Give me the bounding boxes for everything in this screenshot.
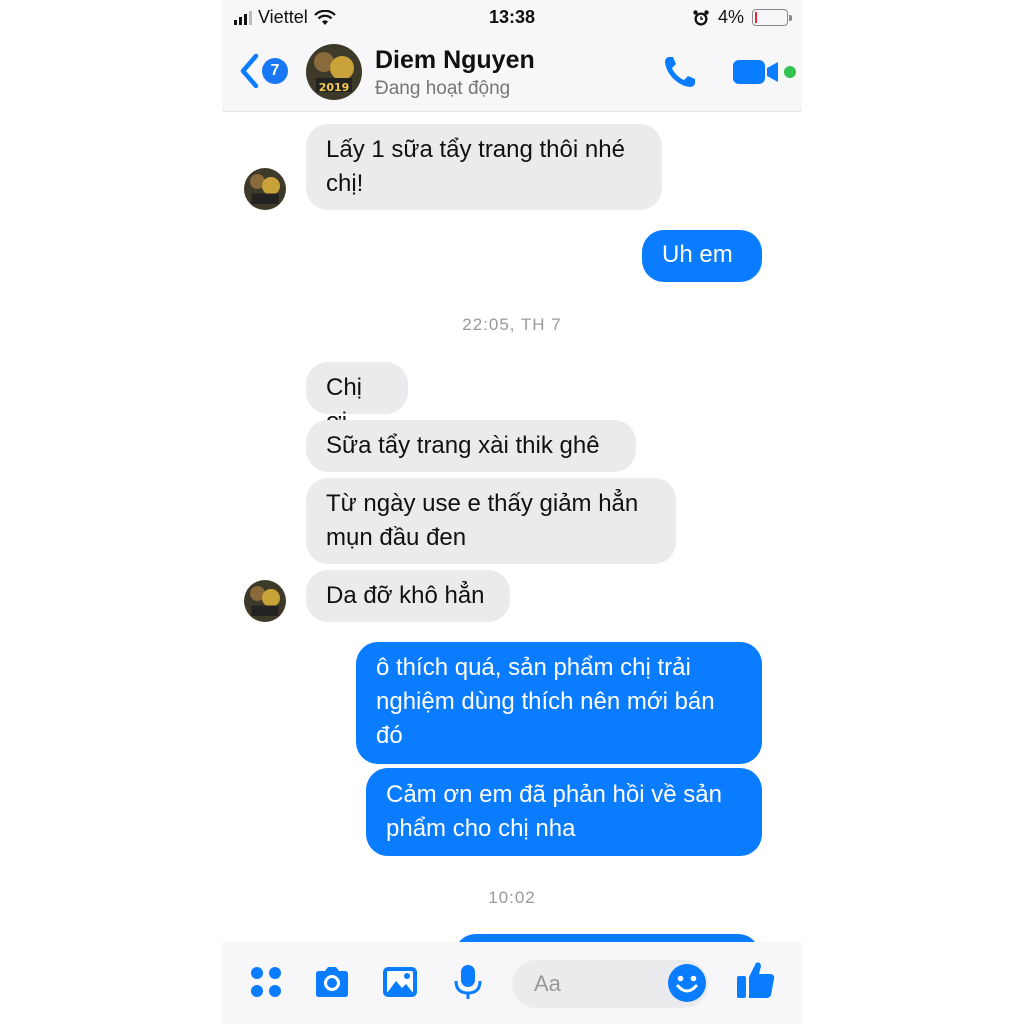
message-line: Uh em [662, 241, 733, 268]
avatar-image: 2019 [306, 44, 362, 100]
message-line: Từ ngày use e thấy giảm hẳn [326, 490, 639, 517]
battery-fill [755, 12, 757, 23]
status-bar: Viettel 13:38 4% [222, 0, 802, 34]
battery-percent: 4% [717, 7, 744, 27]
messenger-screen: Viettel 13:38 4% 7 2019 Diem Nguyen Đang… [222, 0, 802, 1024]
message-line: Lấy 1 sữa tẩy trang thôi nhé [326, 136, 625, 163]
timestamp: 22:05, TH 7 [462, 315, 562, 334]
message-bubble-outgoing[interactable]: Cảm ơn em đã phản hồi về sản phẩm cho ch… [366, 768, 762, 856]
contact-name[interactable]: Diem Nguyen [375, 46, 535, 75]
avatar-image [244, 580, 286, 622]
message-bubble-outgoing[interactable]: Uh em [642, 230, 762, 282]
message-line: phẩm cho chị nha [386, 815, 576, 842]
message-bubble-incoming[interactable]: Từ ngày use e thấy giảm hẳn mụn đầu đen [306, 478, 676, 564]
microphone-icon[interactable] [448, 962, 488, 1002]
message-line: đó [376, 722, 403, 749]
thumbs-up-icon[interactable] [734, 958, 778, 1002]
timestamp: 10:02 [488, 888, 536, 907]
message-bubble-incoming[interactable]: Da đỡ khô hẳn [306, 570, 510, 622]
image-icon[interactable] [380, 962, 420, 1002]
message-line: chị! [326, 170, 364, 197]
contact-status: Đang hoạt động [375, 78, 511, 99]
message-bubble-incoming[interactable]: Chị ơi [306, 362, 408, 435]
chat-header: 7 2019 Diem Nguyen Đang hoạt động [222, 34, 802, 112]
phone-icon[interactable] [660, 52, 700, 92]
contact-avatar-small[interactable] [244, 580, 286, 622]
message-bubble-incoming[interactable]: Sữa tẩy trang xài thik ghê [306, 420, 636, 472]
message-line: Cảm ơn em đã phản hồi về sản [386, 781, 722, 808]
message-line: Sữa tẩy trang xài thik ghê [326, 432, 600, 459]
four-dots-icon[interactable] [246, 962, 286, 1002]
contact-avatar-small[interactable] [244, 168, 286, 210]
message-bubble-outgoing[interactable]: ô thích quá, sản phẩm chị trải nghiệm dù… [356, 642, 762, 764]
contact-avatar[interactable]: 2019 [306, 44, 362, 100]
chevron-left-icon [240, 53, 259, 89]
status-right: 4% [692, 7, 792, 28]
avatar-label: 2019 [319, 81, 350, 94]
composer-bar [222, 942, 802, 1024]
avatar-image [244, 168, 286, 210]
battery-icon [752, 9, 792, 26]
message-line: nghiệm dùng thích nên mới bán [376, 688, 715, 715]
message-line: ô thích quá, sản phẩm chị trải [376, 654, 691, 681]
video-camera-icon[interactable] [732, 58, 780, 86]
message-line: mụn đầu đen [326, 524, 467, 551]
online-indicator [784, 66, 796, 78]
message-line: Da đỡ khô hẳn [326, 582, 485, 609]
alarm-icon [693, 9, 709, 25]
smiley-icon[interactable] [666, 962, 708, 1004]
unread-count-badge: 7 [262, 58, 288, 84]
message-list[interactable]: Lấy 1 sữa tẩy trang thôi nhé chị! Uh em … [222, 112, 802, 974]
camera-icon[interactable] [312, 962, 352, 1002]
message-bubble-incoming[interactable]: Lấy 1 sữa tẩy trang thôi nhé chị! [306, 124, 662, 210]
back-button[interactable]: 7 [238, 52, 288, 90]
